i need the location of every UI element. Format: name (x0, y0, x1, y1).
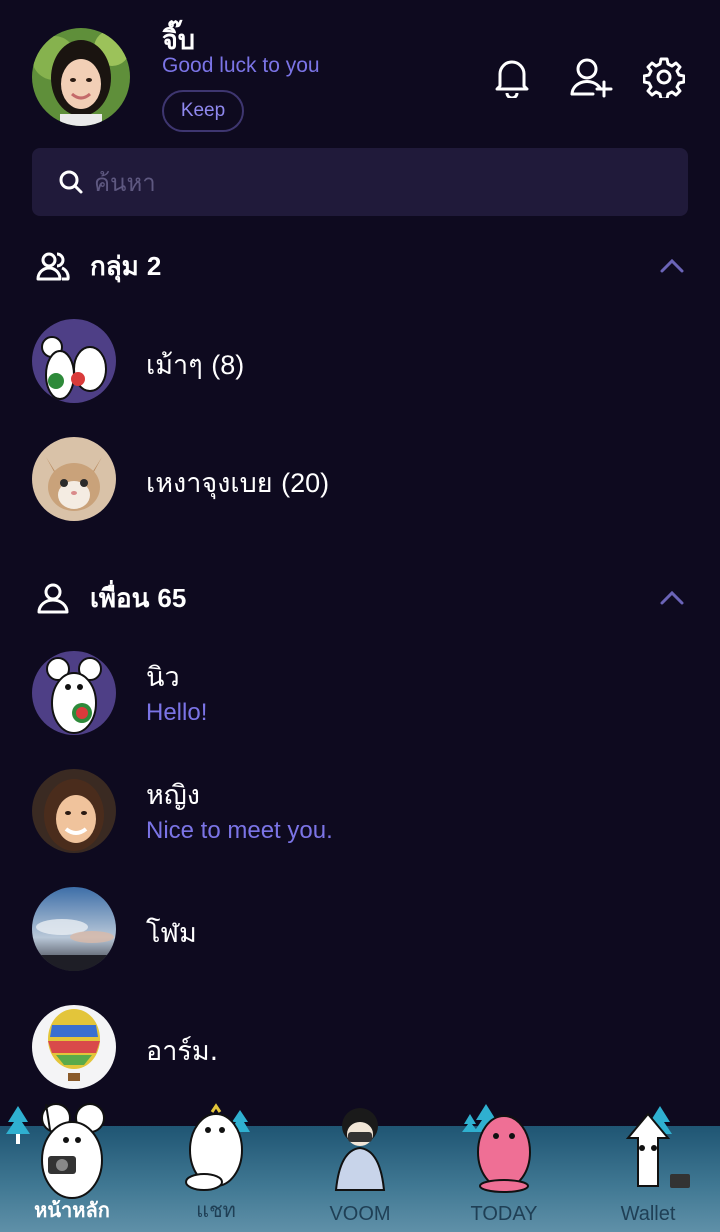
groups-count: 2 (146, 250, 162, 281)
list-item[interactable]: นิว Hello! (32, 651, 688, 751)
profile-avatar[interactable] (32, 28, 130, 126)
nav-home-label: หน้าหลัก (34, 1200, 110, 1222)
group-avatar (32, 319, 116, 403)
nav-chat-label: แชท (196, 1200, 236, 1222)
person-icon (36, 581, 70, 615)
nav-voom-label: VOOM (329, 1203, 391, 1225)
bell-icon[interactable] (489, 54, 535, 100)
list-item-name: เหงาจุงเบย (20) (146, 468, 330, 499)
friend-avatar (32, 887, 116, 971)
today-character-icon (477, 1115, 531, 1193)
friends-count: 65 (157, 582, 187, 613)
list-item[interactable]: อาร์ม. (32, 1005, 688, 1105)
group-icon (36, 249, 70, 283)
search-icon (58, 169, 84, 195)
list-item[interactable]: หญิง Nice to meet you. (32, 769, 688, 869)
nav-chat[interactable]: แชท (144, 1100, 288, 1232)
group-avatar (32, 437, 116, 521)
gear-icon[interactable] (641, 54, 687, 100)
chevron-up-icon[interactable] (656, 582, 688, 614)
keep-button[interactable]: Keep (162, 90, 244, 132)
friend-avatar (32, 769, 116, 853)
nav-home[interactable]: หน้าหลัก (0, 1100, 144, 1232)
list-item[interactable]: เหงาจุงเบย (20) (32, 437, 688, 537)
add-friend-icon[interactable] (568, 54, 614, 100)
nav-voom[interactable]: VOOM (288, 1100, 432, 1232)
list-item-name: อาร์ม. (146, 1036, 219, 1067)
nav-today-label: TODAY (470, 1203, 538, 1225)
list-item-status: Nice to meet you. (146, 817, 333, 844)
nav-wallet-label: Wallet (620, 1203, 676, 1225)
friend-avatar (32, 651, 116, 735)
search-bar[interactable]: ค้นหา (32, 148, 688, 216)
groups-title: กลุ่ม (90, 251, 139, 282)
chevron-up-icon[interactable] (656, 250, 688, 282)
voom-character-icon (334, 1108, 386, 1191)
bottom-navigation: หน้าหลัก แชท VOOM TODAY Wallet (0, 1100, 720, 1232)
wallet-character-icon (625, 1112, 690, 1188)
list-item-status: Hello! (146, 699, 208, 726)
home-character-icon (41, 1103, 105, 1199)
list-item-name: นิว (146, 662, 180, 693)
chat-character-icon (185, 1103, 243, 1191)
list-item[interactable]: เม้าๆ (8) (32, 319, 688, 419)
list-item-name: โฬม (146, 918, 197, 949)
friends-section-header[interactable]: เพื่อน 65 (36, 576, 688, 620)
friend-avatar (32, 1005, 116, 1089)
friends-title: เพื่อน (90, 583, 150, 614)
search-input[interactable]: ค้นหา (94, 163, 156, 202)
groups-section-header[interactable]: กลุ่ม 2 (36, 244, 688, 288)
nav-wallet[interactable]: Wallet (576, 1100, 720, 1232)
profile-status-message[interactable]: Good luck to you (162, 54, 320, 78)
list-item-name: เม้าๆ (8) (146, 350, 245, 381)
list-item-name: หญิง (146, 780, 200, 811)
list-item[interactable]: โฬม (32, 887, 688, 987)
nav-today[interactable]: TODAY (432, 1100, 576, 1232)
